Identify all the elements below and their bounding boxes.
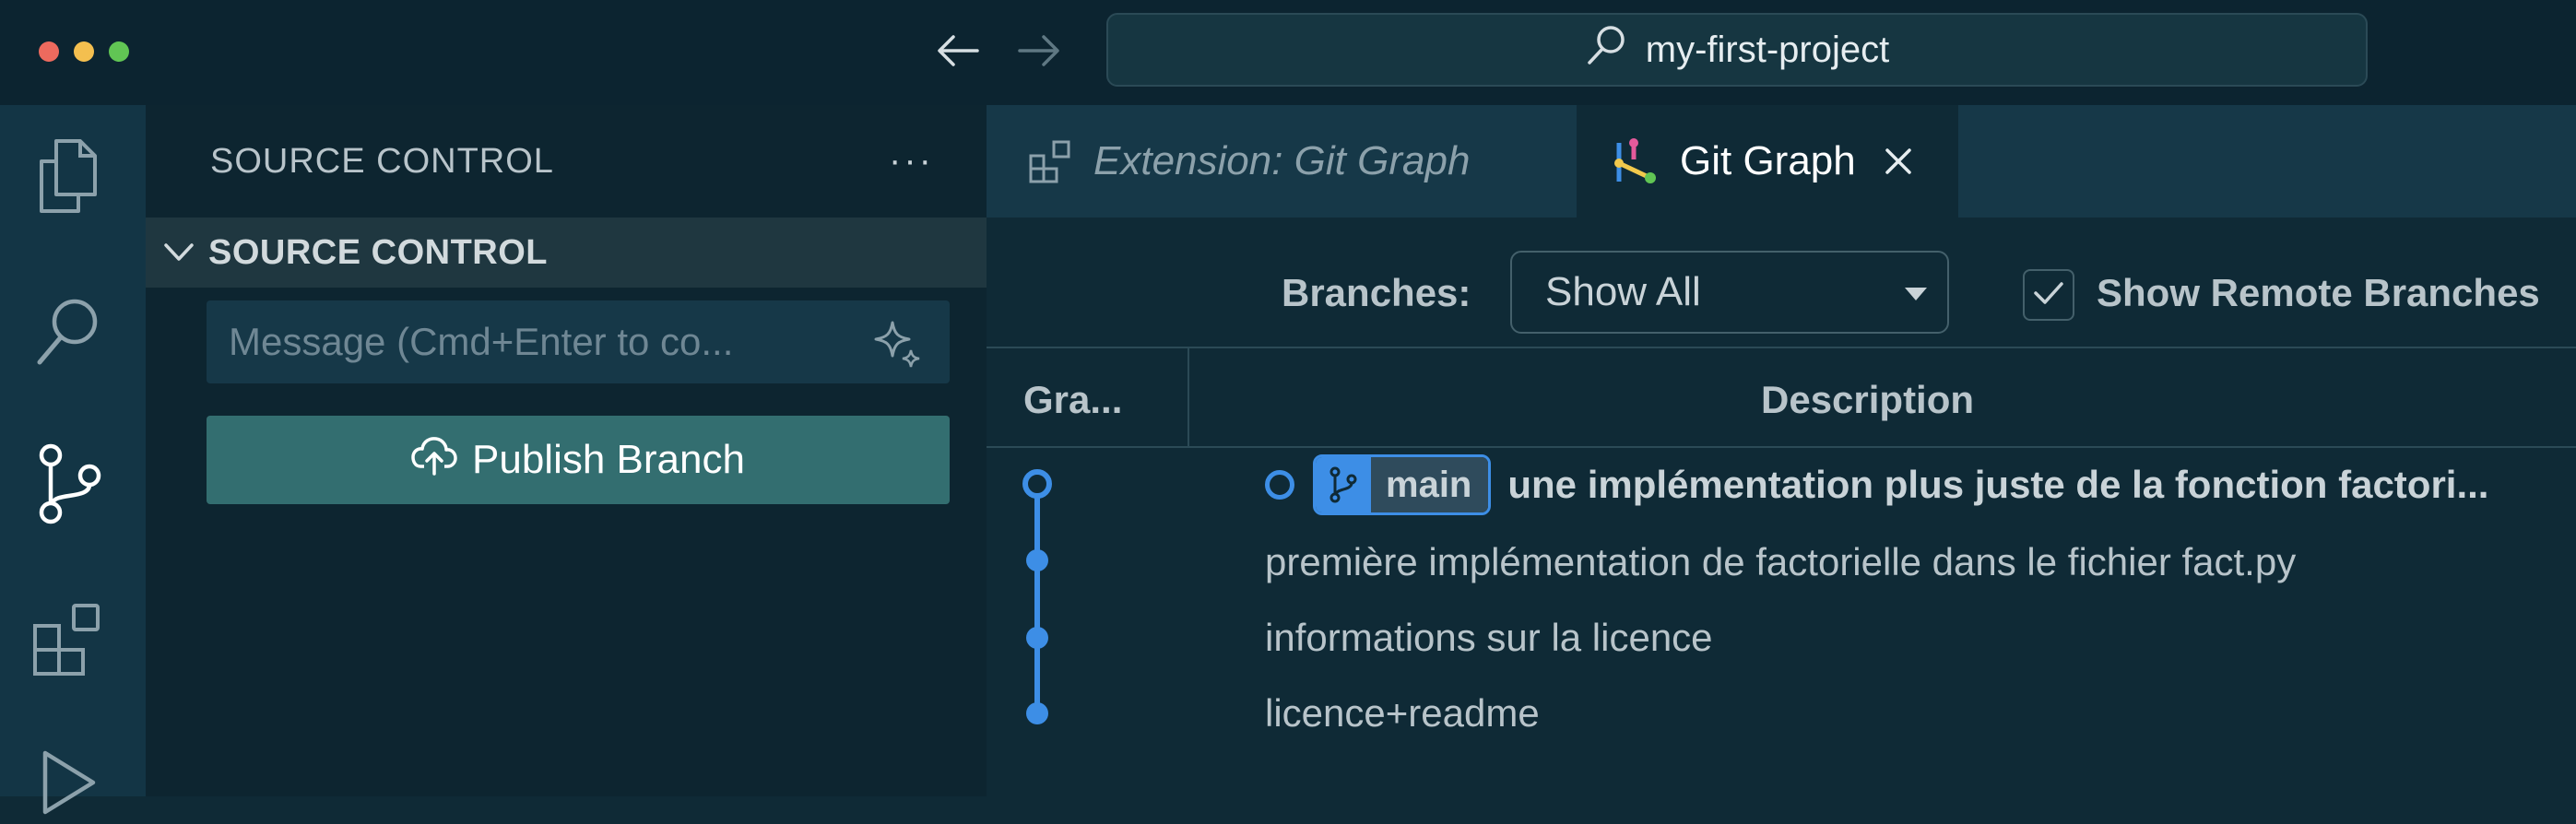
git-graph-icon: [1610, 135, 1661, 187]
checkmark-icon: [2032, 279, 2065, 312]
title-bar: my-first-project: [0, 0, 2576, 105]
column-header-description[interactable]: Description: [1761, 378, 1974, 422]
tab-extension-git-graph[interactable]: Extension: Git Graph: [987, 105, 1577, 218]
forward-arrow-icon[interactable]: [1014, 28, 1066, 74]
command-center-search[interactable]: my-first-project: [1106, 13, 2368, 87]
commit-row[interactable]: première implémentation de factorielle d…: [1200, 525, 2296, 599]
more-actions-button[interactable]: ···: [889, 140, 934, 182]
graph-node[interactable]: [1026, 627, 1048, 649]
sidebar-title: SOURCE CONTROL: [210, 142, 554, 181]
show-remote-branches-checkbox[interactable]: [2023, 269, 2074, 321]
column-header-graph[interactable]: Gra...: [1023, 378, 1122, 422]
caret-down-icon: [1905, 288, 1927, 300]
branch-icon: [1316, 457, 1371, 512]
commit-message: une implémentation plus juste de la fonc…: [1507, 463, 2489, 506]
source-control-section-header[interactable]: SOURCE CONTROL: [146, 218, 987, 288]
git-graph-controls: Branches: Show All Show Remote Branches: [987, 218, 2576, 347]
tab-git-graph[interactable]: Git Graph: [1577, 105, 1958, 218]
section-label: SOURCE CONTROL: [208, 232, 548, 272]
tab-bar: Extension: Git Graph Git Graph: [987, 105, 2576, 218]
cloud-upload-icon: [411, 435, 457, 486]
branch-name: main: [1371, 457, 1489, 512]
commit-graph: [1022, 469, 1052, 724]
explorer-icon[interactable]: [28, 135, 111, 218]
run-debug-icon[interactable]: [28, 741, 111, 824]
branches-dropdown-value: Show All: [1545, 269, 1701, 314]
tab-label: Git Graph: [1680, 138, 1856, 183]
commit-row[interactable]: licence+readme: [1200, 677, 1540, 750]
search-icon[interactable]: [28, 289, 111, 372]
commit-message: informations sur la licence: [1265, 616, 1713, 659]
graph-node[interactable]: [1026, 549, 1048, 571]
close-window-button[interactable]: [39, 41, 59, 62]
commit-row[interactable]: main une implémentation plus juste de la…: [1200, 448, 2488, 522]
extension-icon: [1027, 138, 1073, 184]
column-divider[interactable]: [1188, 348, 1189, 448]
source-control-sidebar: SOURCE CONTROL ··· SOURCE CONTROL Publis…: [146, 105, 987, 796]
command-center-text: my-first-project: [1645, 29, 1890, 70]
graph-node[interactable]: [1026, 702, 1048, 724]
editor-area: Extension: Git Graph Git Graph Branches:…: [987, 105, 2576, 796]
head-indicator-icon: [1265, 470, 1294, 500]
back-arrow-icon[interactable]: [931, 28, 983, 74]
publish-branch-label: Publish Branch: [472, 437, 745, 482]
sparkle-icon[interactable]: [870, 315, 926, 371]
chevron-down-icon: [160, 234, 197, 271]
commit-message: licence+readme: [1265, 691, 1540, 735]
tab-label: Extension: Git Graph: [1093, 138, 1471, 183]
branches-label: Branches:: [1282, 271, 1471, 314]
branch-label-main[interactable]: main: [1313, 454, 1492, 515]
source-control-icon[interactable]: [28, 442, 111, 525]
minimize-window-button[interactable]: [74, 41, 94, 62]
search-icon: [1585, 23, 1629, 77]
commit-table-header: Gra... Description: [987, 347, 2576, 448]
maximize-window-button[interactable]: [109, 41, 129, 62]
commit-message: première implémentation de factorielle d…: [1265, 540, 2297, 583]
show-remote-branches-label: Show Remote Branches: [2097, 271, 2540, 314]
commit-message-input[interactable]: [207, 300, 950, 383]
extensions-icon[interactable]: [28, 599, 111, 682]
publish-branch-button[interactable]: Publish Branch: [207, 416, 950, 504]
commit-row[interactable]: informations sur la licence: [1200, 601, 1713, 675]
activity-bar: [0, 105, 146, 815]
branches-dropdown[interactable]: Show All: [1510, 251, 1949, 334]
graph-head-node[interactable]: [1022, 469, 1052, 499]
close-icon[interactable]: [1880, 143, 1917, 180]
